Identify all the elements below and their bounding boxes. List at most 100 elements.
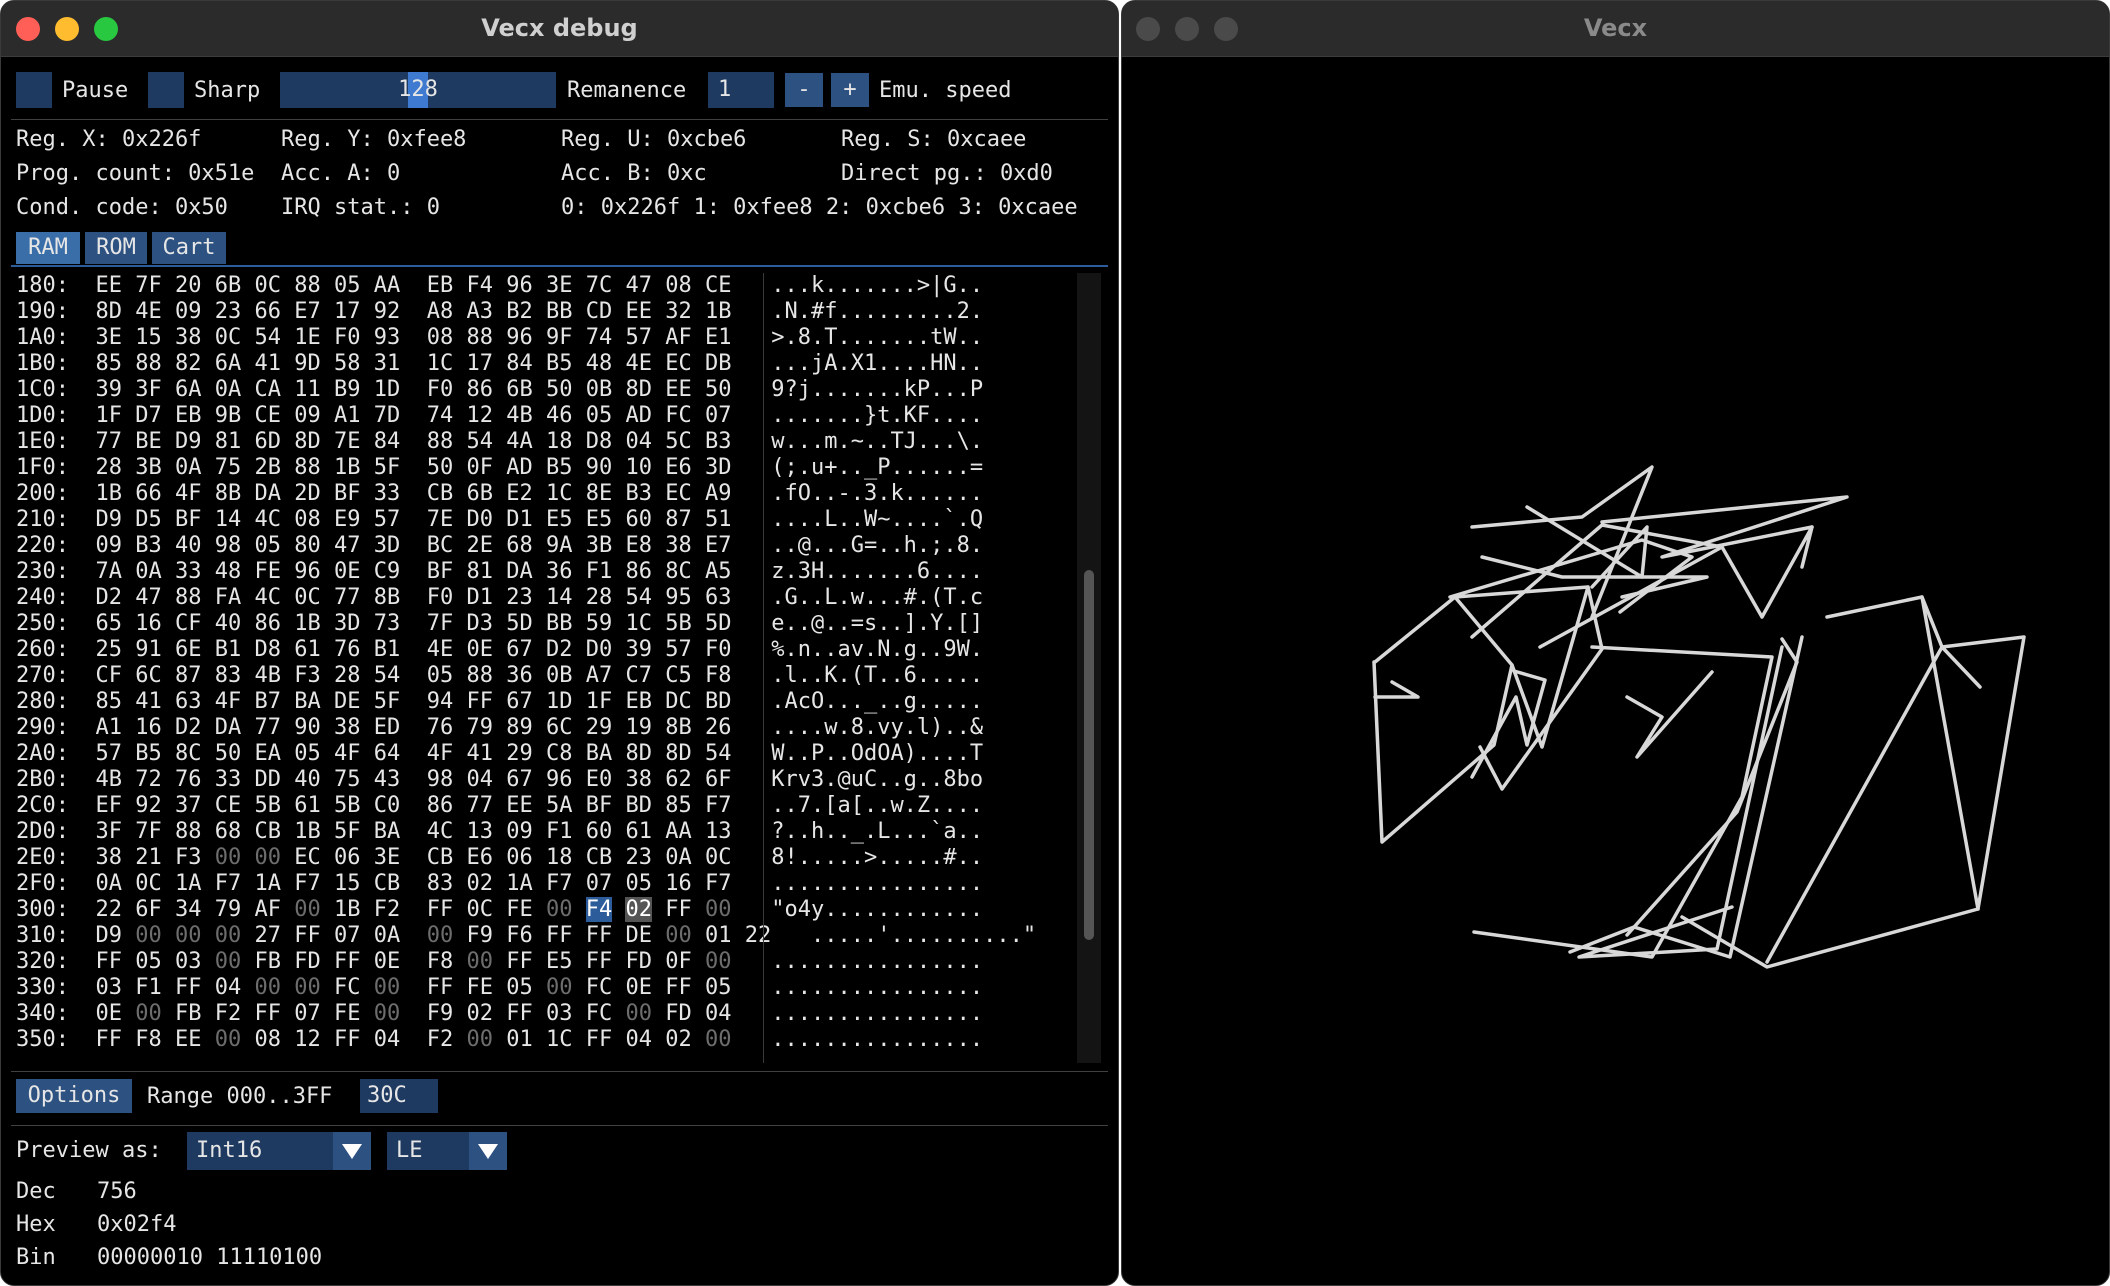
hex-byte-cell[interactable]: 03 xyxy=(546,1001,573,1026)
hex-byte-cell[interactable]: 0E xyxy=(374,949,401,974)
hex-byte-cell[interactable]: 34 xyxy=(175,897,202,922)
hex-byte-cell[interactable]: 40 xyxy=(175,533,202,558)
hex-byte-cell[interactable]: 00 xyxy=(427,923,454,948)
hex-byte-cell[interactable]: 1F xyxy=(586,689,613,714)
hex-byte-cell[interactable]: D7 xyxy=(135,403,162,428)
hex-byte-cell[interactable]: 66 xyxy=(254,299,281,324)
hex-byte-cell[interactable]: 3D xyxy=(374,533,401,558)
hex-row[interactable]: 250: 65 16 CF 40 86 1B 3D 73 7F D3 5D BB… xyxy=(16,611,1036,637)
hex-byte-cell[interactable]: F7 xyxy=(215,871,242,896)
hex-byte-cell[interactable]: 86 xyxy=(625,559,652,584)
hex-byte-cell[interactable]: 88 xyxy=(466,663,493,688)
hex-byte-cell[interactable]: 47 xyxy=(625,273,652,298)
hex-row[interactable]: 200: 1B 66 4F 8B DA 2D BF 33 CB 6B E2 1C… xyxy=(16,481,1036,507)
hex-byte-cell[interactable]: FF xyxy=(466,689,493,714)
hex-byte-cell[interactable]: 77 xyxy=(95,429,122,454)
hex-byte-cell[interactable]: EF xyxy=(95,793,122,818)
hex-byte-cell[interactable]: 0A xyxy=(665,845,692,870)
hex-row[interactable]: 2A0: 57 B5 8C 50 EA 05 4F 64 4F 41 29 C8… xyxy=(16,741,1036,767)
intensity-slider[interactable]: 128 xyxy=(280,72,556,108)
hex-byte-cell[interactable]: 84 xyxy=(506,351,533,376)
hex-byte-cell[interactable]: F0 xyxy=(427,585,454,610)
hex-byte-cell[interactable]: 1C xyxy=(427,351,454,376)
hex-byte-cell[interactable]: 38 xyxy=(95,845,122,870)
hex-byte-cell[interactable]: DB xyxy=(705,351,732,376)
hex-byte-cell[interactable]: 0C xyxy=(215,325,242,350)
hex-byte-cell[interactable]: 08 xyxy=(254,1027,281,1052)
hex-byte-cell[interactable]: FC xyxy=(586,975,613,1000)
hex-byte-cell[interactable]: 02 xyxy=(466,871,493,896)
hex-byte-cell[interactable]: 4E xyxy=(427,637,454,662)
hex-byte-cell[interactable]: 86 xyxy=(427,793,454,818)
hex-byte-cell[interactable]: 2E xyxy=(466,533,493,558)
hex-byte-cell[interactable]: A5 xyxy=(705,559,732,584)
hex-byte-cell[interactable]: 21 xyxy=(135,845,162,870)
hex-byte-cell[interactable]: 38 xyxy=(625,767,652,792)
hex-row[interactable]: 310: D9 00 00 00 27 FF 07 0A 00 F9 F6 FF… xyxy=(16,923,1036,949)
hex-byte-cell[interactable]: CA xyxy=(254,377,281,402)
hex-byte-cell[interactable]: 13 xyxy=(705,819,732,844)
hex-byte-cell[interactable]: EB xyxy=(427,273,454,298)
hex-byte-cell[interactable]: 65 xyxy=(95,611,122,636)
hex-byte-cell[interactable]: ED xyxy=(374,715,401,740)
hex-byte-cell[interactable]: 90 xyxy=(294,715,321,740)
hex-byte-cell[interactable]: 50 xyxy=(705,377,732,402)
hex-byte-cell[interactable]: FC xyxy=(665,403,692,428)
hex-byte-cell[interactable]: 5F xyxy=(374,455,401,480)
hex-byte-cell[interactable]: 5F xyxy=(374,689,401,714)
hex-row[interactable]: 220: 09 B3 40 98 05 80 47 3D BC 2E 68 9A… xyxy=(16,533,1036,559)
chevron-down-icon[interactable] xyxy=(469,1132,507,1170)
hex-byte-cell[interactable]: B2 xyxy=(506,299,533,324)
hex-byte-cell[interactable]: 88 xyxy=(427,429,454,454)
hex-byte-cell[interactable]: 91 xyxy=(135,637,162,662)
hex-byte-cell[interactable]: 54 xyxy=(625,585,652,610)
hex-row[interactable]: 1D0: 1F D7 EB 9B CE 09 A1 7D 74 12 4B 46… xyxy=(16,403,1036,429)
hex-byte-cell[interactable]: 06 xyxy=(506,845,533,870)
hex-byte-cell[interactable]: 77 xyxy=(254,715,281,740)
hex-byte-cell[interactable]: 05 xyxy=(427,663,454,688)
hex-byte-cell[interactable]: 8E xyxy=(586,481,613,506)
hex-byte-cell[interactable]: DA xyxy=(215,715,242,740)
hex-byte-cell[interactable]: 85 xyxy=(95,351,122,376)
chevron-down-icon[interactable] xyxy=(333,1132,371,1170)
hex-byte-cell[interactable]: 36 xyxy=(506,663,533,688)
hex-byte-cell[interactable]: 01 xyxy=(506,1027,533,1052)
hex-byte-cell[interactable]: 41 xyxy=(466,741,493,766)
hex-byte-cell[interactable]: D0 xyxy=(466,507,493,532)
hex-byte-cell[interactable]: 5D xyxy=(705,611,732,636)
hex-byte-cell[interactable]: 00 xyxy=(254,845,281,870)
hex-row[interactable]: 1C0: 39 3F 6A 0A CA 11 B9 1D F0 86 6B 50… xyxy=(16,377,1036,403)
hex-byte-cell[interactable]: DD xyxy=(254,767,281,792)
hex-byte-cell[interactable]: 5C xyxy=(665,429,692,454)
hex-byte-cell[interactable]: EC xyxy=(665,351,692,376)
hex-byte-cell[interactable]: 05 xyxy=(135,949,162,974)
hex-byte-cell[interactable]: F3 xyxy=(294,663,321,688)
hex-byte-cell[interactable]: 5B xyxy=(665,611,692,636)
hex-byte-cell[interactable]: 1A xyxy=(175,871,202,896)
hex-byte-cell[interactable]: 0E xyxy=(95,1001,122,1026)
hex-byte-cell[interactable]: F8 xyxy=(135,1027,162,1052)
hex-byte-cell[interactable]: 33 xyxy=(215,767,242,792)
hex-byte-cell[interactable]: BA xyxy=(586,741,613,766)
hex-byte-cell[interactable]: FF xyxy=(334,1027,361,1052)
hex-byte-cell[interactable]: 04 xyxy=(466,767,493,792)
hex-byte-cell[interactable]: DE xyxy=(334,689,361,714)
hex-byte-cell[interactable]: 0A xyxy=(374,923,401,948)
remanence-increment-button[interactable]: + xyxy=(831,73,869,107)
hex-byte-cell[interactable]: 85 xyxy=(665,793,692,818)
hex-byte-cell[interactable]: 0A xyxy=(175,455,202,480)
hex-byte-cell[interactable]: 29 xyxy=(506,741,533,766)
hex-byte-cell[interactable]: 31 xyxy=(374,351,401,376)
hex-byte-cell[interactable]: 1D xyxy=(546,689,573,714)
hex-byte-cell[interactable]: 88 xyxy=(294,455,321,480)
hex-byte-cell[interactable]: AA xyxy=(665,819,692,844)
hex-byte-cell[interactable]: 20 xyxy=(175,273,202,298)
hex-byte-cell[interactable]: FF xyxy=(175,975,202,1000)
hex-byte-cell[interactable]: 4B xyxy=(254,663,281,688)
hex-byte-cell[interactable]: EE xyxy=(665,377,692,402)
hex-byte-cell[interactable]: 63 xyxy=(175,689,202,714)
hex-byte-cell[interactable]: EE xyxy=(506,793,533,818)
hex-byte-cell[interactable]: 87 xyxy=(665,507,692,532)
hex-byte-cell[interactable]: E0 xyxy=(586,767,613,792)
hex-byte-cell[interactable]: BB xyxy=(546,611,573,636)
